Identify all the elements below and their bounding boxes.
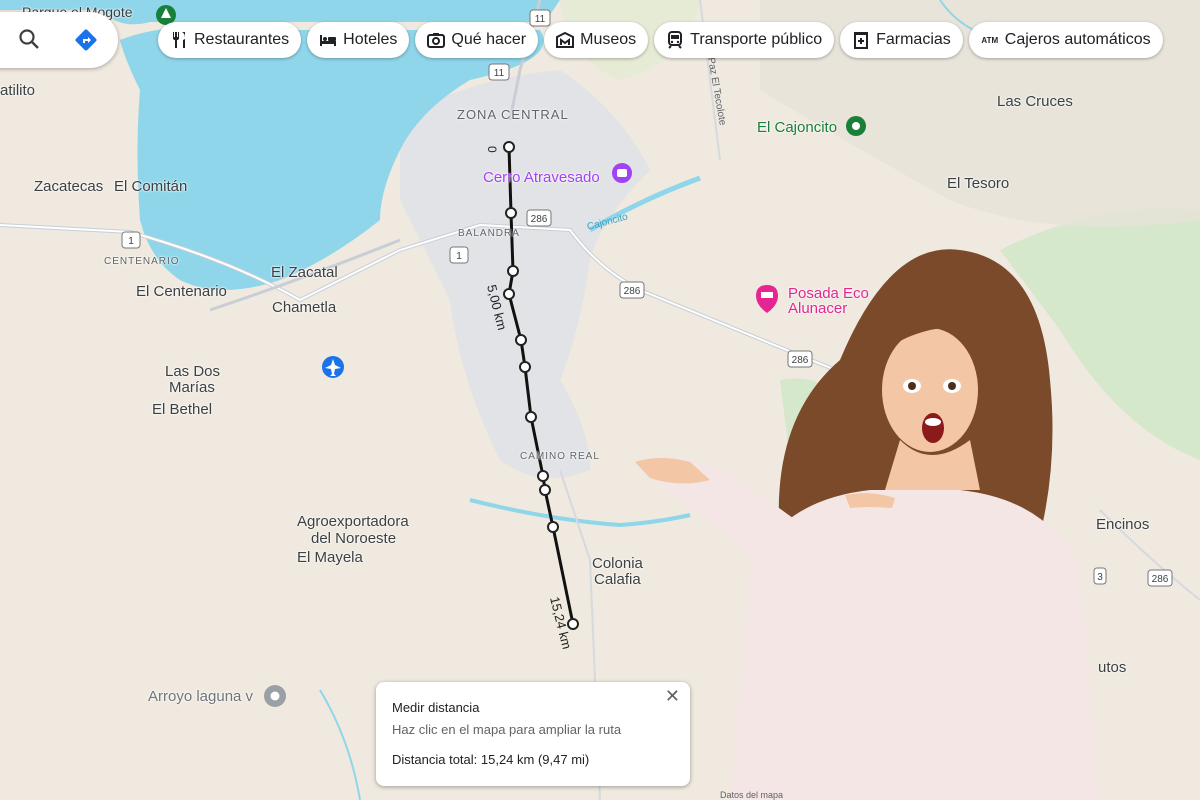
bed-icon [317, 29, 339, 51]
svg-text:1: 1 [128, 236, 134, 247]
zone-label: ZONA CENTRAL [457, 107, 569, 122]
svg-text:1: 1 [456, 251, 462, 262]
place-label: Marías [169, 379, 215, 396]
surprised-woman-image [635, 249, 1100, 800]
category-chips: Restaurantes Hoteles Qué hacer Museos Tr… [158, 22, 1163, 58]
place-label: CENTENARIO [104, 256, 180, 267]
chip-label: Hoteles [343, 31, 398, 48]
place-label: Chametla [272, 299, 337, 316]
svg-text:286: 286 [531, 214, 548, 225]
chip-label: Farmacias [876, 31, 951, 48]
place-label: del Noroeste [311, 530, 397, 547]
close-icon[interactable]: ✕ [665, 686, 680, 707]
svg-text:11: 11 [494, 68, 505, 79]
poi-label[interactable]: Cerro Atravesado [483, 169, 600, 186]
zone-label: BALANDRA [458, 228, 520, 239]
route-shield: 1 [121, 231, 141, 249]
search-icon[interactable] [18, 28, 40, 55]
poi-label[interactable]: El Cajoncito [757, 119, 837, 136]
measure-start-label: 0 [485, 146, 499, 153]
place-label: Las Dos [165, 363, 221, 380]
place-label: El Mayela [297, 549, 363, 566]
camera-icon [425, 29, 447, 51]
airport-pin-icon[interactable] [322, 356, 344, 378]
search-box [0, 12, 118, 68]
place-label: El Tesoro [947, 175, 1010, 192]
place-label: Arroyo laguna v [148, 688, 254, 705]
panel-hint: Haz clic en el mapa para ampliar la ruta [392, 722, 622, 737]
chip-label: Cajeros automáticos [1004, 31, 1151, 48]
chip-restaurantes[interactable]: Restaurantes [158, 22, 302, 58]
place-pin-icon[interactable] [264, 685, 286, 707]
place-label: El Zacatal [271, 264, 338, 281]
train-icon [664, 29, 686, 51]
total-distance: Distancia total: 15,24 km (9,47 mi) [392, 752, 590, 767]
poi-pin-icon[interactable] [846, 116, 866, 136]
attraction-pin-icon[interactable] [612, 163, 632, 183]
measure-distance-panel: Medir distancia ✕ Haz clic en el mapa pa… [376, 682, 690, 786]
museum-icon [554, 29, 576, 51]
svg-text:286: 286 [1152, 574, 1169, 585]
chip-cajeros[interactable]: ATM Cajeros automáticos [968, 22, 1163, 58]
route-shield: 11 [488, 63, 510, 81]
chip-transporte[interactable]: Transporte público [654, 22, 835, 58]
route-shield: 286 [1147, 569, 1173, 587]
route-shield: 286 [526, 209, 552, 227]
place-label: Zacatecas [34, 178, 104, 195]
zone-label: CAMINO REAL [520, 451, 600, 462]
chip-label: Museos [580, 31, 637, 48]
place-label: El Centenario [136, 283, 227, 300]
pharmacy-icon [850, 29, 872, 51]
chip-que-hacer[interactable]: Qué hacer [415, 22, 539, 58]
atm-icon: ATM [981, 35, 999, 45]
route-shield: 1 [449, 246, 469, 264]
chip-label: Qué hacer [451, 31, 527, 48]
place-label: El Bethel [152, 401, 213, 418]
directions-icon[interactable] [74, 28, 98, 57]
place-label: Las Cruces [997, 93, 1073, 110]
chip-hoteles[interactable]: Hoteles [307, 22, 410, 58]
place-label: Agroexportadora [297, 513, 409, 530]
chip-museos[interactable]: Museos [544, 22, 649, 58]
chip-label: Restaurantes [194, 31, 290, 48]
place-label: atilito [0, 82, 36, 99]
panel-title: Medir distancia [392, 700, 480, 715]
place-label: El Comitán [114, 178, 188, 195]
fork-knife-icon [168, 29, 190, 51]
chip-label: Transporte público [690, 31, 823, 48]
chip-farmacias[interactable]: Farmacias [840, 22, 963, 58]
map-footer[interactable]: Datos del mapa [720, 790, 783, 800]
